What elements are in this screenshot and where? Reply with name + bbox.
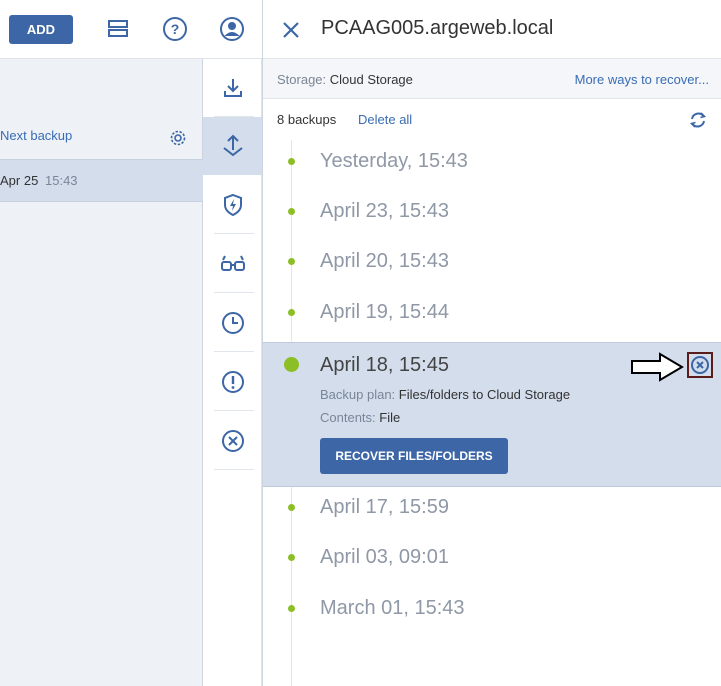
alert-icon	[221, 371, 244, 393]
view-action[interactable]	[203, 235, 262, 293]
contents-value: File	[379, 410, 401, 425]
backup-entry-label: March 01, 15:43	[320, 597, 465, 619]
backup-details-panel: PCAAG005.argeweb.local Storage: Cloud St…	[262, 0, 721, 686]
left-header: ADD ?	[0, 0, 262, 59]
schedule-action[interactable]	[203, 294, 262, 352]
next-backup-date: Apr 25	[0, 173, 39, 188]
backup-entry-label: April 19, 15:44	[320, 301, 449, 323]
glasses-icon	[220, 255, 245, 271]
timeline-dot	[288, 605, 295, 612]
timeline-dot	[288, 554, 295, 561]
storage-info: Storage: Cloud Storage	[277, 72, 413, 87]
recover-icon	[223, 79, 242, 97]
recover-action[interactable]	[203, 59, 262, 117]
storage-value: Cloud Storage	[329, 72, 413, 87]
delete-backup-button[interactable]	[687, 352, 713, 378]
contents-label: Contents:	[320, 410, 376, 425]
backup-entry-label: April 20, 15:43	[320, 250, 449, 272]
page-title: PCAAG005.argeweb.local	[321, 17, 554, 39]
backup-plans-list	[0, 59, 203, 686]
backup-action[interactable]	[203, 117, 262, 175]
svg-text:?: ?	[171, 21, 180, 37]
backup-entry-label: April 23, 15:43	[320, 200, 449, 222]
more-ways-link[interactable]: More ways to recover...	[575, 72, 709, 87]
recover-files-button[interactable]: RECOVER FILES/FOLDERS	[320, 438, 508, 474]
timeline-dot-selected	[284, 357, 299, 372]
backup-entry-label: April 18, 15:45	[320, 354, 449, 376]
gear-icon[interactable]	[168, 128, 188, 148]
protect-icon	[223, 193, 242, 217]
panel-header: PCAAG005.argeweb.local	[263, 0, 721, 59]
backup-plan-value: Files/folders to Cloud Storage	[398, 387, 571, 402]
timeline-dot	[288, 309, 295, 316]
backup-plan-label: Backup plan:	[320, 387, 396, 402]
list-item[interactable]: Apr 25 15:43	[0, 159, 203, 202]
cancel-action[interactable]	[203, 412, 262, 470]
timeline-dot	[288, 158, 295, 165]
backup-entry-label: April 03, 09:01	[320, 546, 449, 568]
add-button[interactable]: ADD	[9, 15, 73, 44]
arrow-pointer-icon	[631, 352, 684, 382]
backup-plan-info: Backup plan: Files/folders to Cloud Stor…	[320, 387, 570, 402]
storage-label: Storage:	[277, 72, 327, 87]
refresh-icon[interactable]	[688, 110, 708, 130]
close-icon[interactable]	[281, 20, 301, 40]
alert-action[interactable]	[203, 353, 262, 411]
next-backup-header[interactable]: Next backup	[0, 128, 72, 143]
backup-count: 8 backups	[277, 112, 337, 127]
backup-icon	[222, 134, 243, 157]
delete-backup-icon	[691, 356, 709, 374]
protect-action[interactable]	[203, 176, 262, 234]
backup-entry-label: Yesterday, 15:43	[320, 150, 468, 172]
storage-bar: Storage: Cloud Storage More ways to reco…	[263, 59, 721, 99]
next-backup-time: 15:43	[45, 173, 78, 188]
contents-info: Contents: File	[320, 410, 400, 425]
timeline-dot	[288, 258, 295, 265]
account-icon[interactable]	[218, 15, 246, 43]
clock-icon	[221, 312, 244, 334]
timeline-dot	[288, 504, 295, 511]
delete-all-link[interactable]: Delete all	[358, 112, 412, 127]
selected-backup-entry[interactable]: April 18, 15:45 Backup plan: Files/folde…	[263, 342, 721, 487]
actions-column	[203, 59, 262, 686]
list-icon[interactable]	[104, 15, 132, 43]
help-icon[interactable]: ?	[161, 15, 189, 43]
cancel-icon	[221, 430, 244, 452]
timeline-dot	[288, 208, 295, 215]
backup-entry-label: April 17, 15:59	[320, 496, 449, 518]
